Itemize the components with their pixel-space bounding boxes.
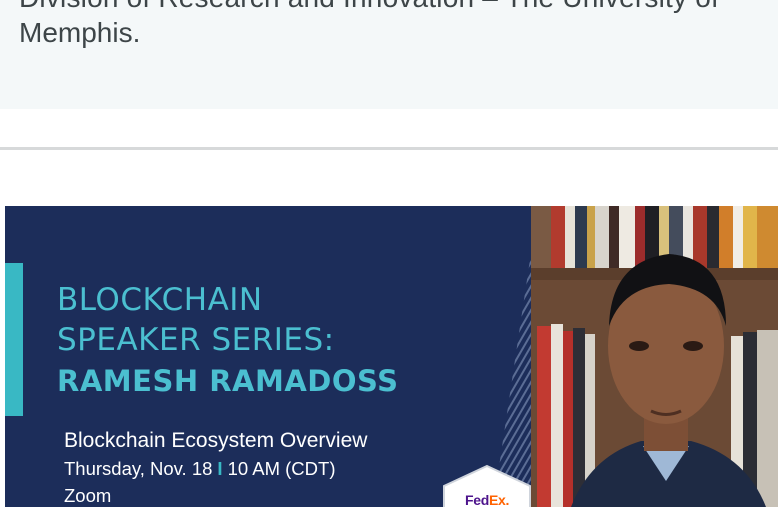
speaker-name: RAMESH RAMADOSS <box>57 364 399 398</box>
event-datetime: Thursday, Nov. 18 I 10 AM (CDT) <box>64 458 336 480</box>
event-location: Zoom <box>64 485 112 506</box>
series-title-line-2: SPEAKER SERIES: <box>57 322 335 358</box>
page: Division of Research and Innovation – Th… <box>0 0 778 507</box>
fedex-logo: FedEx. <box>465 492 510 507</box>
description-text-line-1: Division of Research and Innovation – Th… <box>19 0 719 14</box>
speaker-photo <box>531 206 778 507</box>
description-text-line-2: Memphis. <box>19 17 141 48</box>
series-title-line-1: BLOCKCHAIN <box>57 282 263 318</box>
talk-title: Blockchain Ecosystem Overview <box>64 429 368 452</box>
event-banner-image[interactable]: BLOCKCHAIN SPEAKER SERIES: RAMESH RAMADO… <box>5 206 778 507</box>
event-date: Thursday, Nov. 18 <box>64 458 213 479</box>
accent-bar <box>5 263 23 416</box>
description-card: Division of Research and Innovation – Th… <box>0 0 778 109</box>
divider <box>0 147 778 150</box>
datetime-separator: I <box>217 458 223 479</box>
event-time: 10 AM (CDT) <box>227 458 336 479</box>
